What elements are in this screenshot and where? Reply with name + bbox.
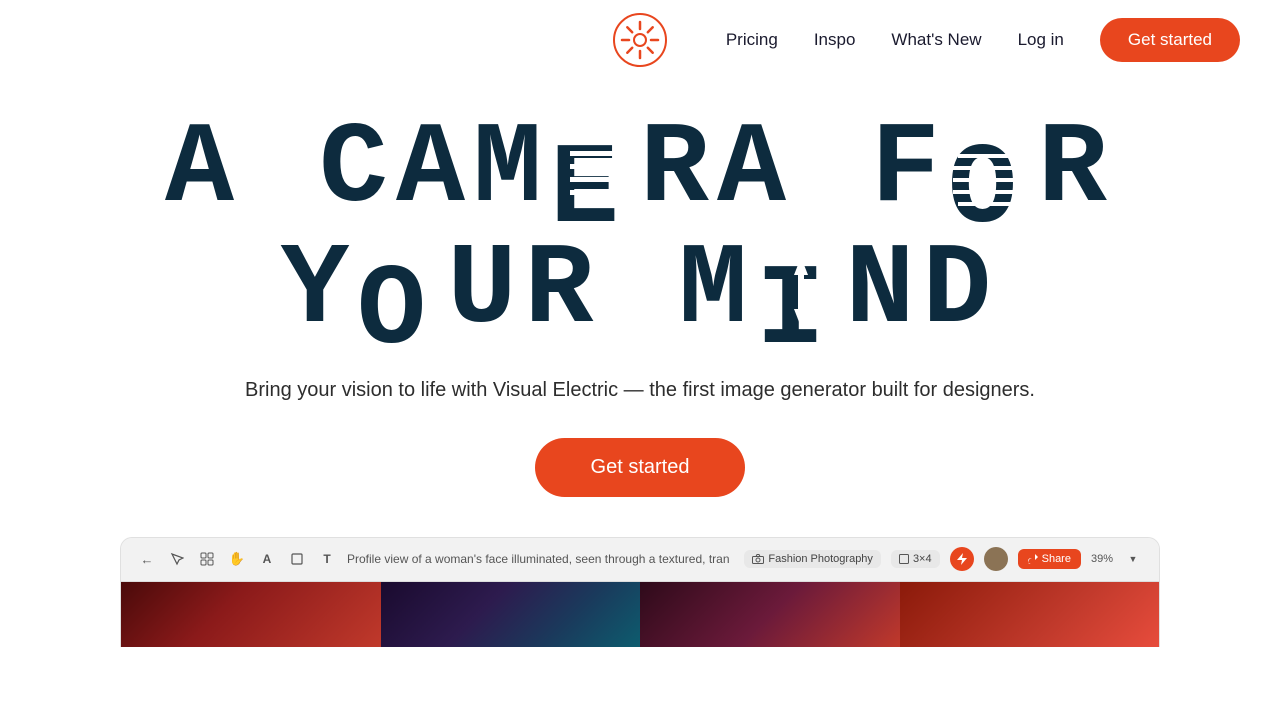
nav-login[interactable]: Log in [1018, 30, 1064, 50]
image-panel-1 [121, 582, 381, 647]
svg-text:I: I [756, 246, 833, 352]
hero-section: A CAM E RA F O R Y O [0, 80, 1280, 497]
camera-icon-badge[interactable]: Fashion Photography [744, 550, 881, 568]
hand-tool-icon[interactable]: ✋ [227, 549, 247, 569]
select-tool-icon[interactable] [167, 549, 187, 569]
logo[interactable] [612, 12, 668, 68]
zoom-level[interactable]: 39% [1091, 553, 1113, 565]
style-badge-label: Fashion Photography [768, 553, 873, 565]
app-preview-container: ← ✋ A T [0, 537, 1280, 647]
nav-whats-new[interactable]: What's New [891, 30, 981, 50]
prompt-field[interactable]: Profile view of a woman's face illuminat… [347, 552, 734, 566]
type-tool-icon[interactable]: T [317, 549, 337, 569]
image-panel-3 [640, 582, 900, 647]
grid-tool-icon[interactable] [197, 549, 217, 569]
image-panel-4 [900, 582, 1160, 647]
hero-cta: Get started [40, 438, 1240, 497]
nav-pricing[interactable]: Pricing [726, 30, 778, 50]
image-panel-2 [381, 582, 641, 647]
zoom-chevron-icon[interactable]: ▼ [1123, 549, 1143, 569]
nav-get-started-button[interactable]: Get started [1100, 18, 1240, 62]
logo-icon [612, 12, 668, 68]
app-image-panels [121, 582, 1159, 647]
app-preview: ← ✋ A T [120, 537, 1160, 647]
shape-tool-icon[interactable] [287, 549, 307, 569]
svg-text:O: O [357, 246, 434, 352]
app-toolbar: ← ✋ A T [121, 538, 1159, 582]
text-size-icon[interactable]: A [257, 549, 277, 569]
hero-headline: A CAM E RA F O R Y O [40, 110, 1240, 352]
styled-o-for: O [948, 116, 1038, 231]
back-arrow-icon[interactable]: ← [137, 549, 157, 569]
share-button[interactable]: Share [1018, 549, 1081, 569]
grid-ratio-badge[interactable]: 3×4 [891, 550, 940, 568]
nav-inspo[interactable]: Inspo [814, 30, 856, 50]
hero-get-started-button[interactable]: Get started [535, 438, 746, 497]
hero-headline-line1: A CAM E RA F O R [40, 110, 1240, 231]
grid-badge-label: 3×4 [913, 553, 932, 565]
styled-e-camera: E [550, 116, 640, 231]
user-avatar[interactable] [984, 547, 1008, 571]
styled-i-mind: I [756, 237, 846, 352]
styled-o-your: O [357, 237, 447, 352]
nav-links: Pricing Inspo What's New Log in Get star… [726, 18, 1240, 62]
hero-headline-line2: Y O UR M I ND [40, 231, 1240, 352]
generate-button[interactable] [950, 547, 974, 571]
hero-subtext: Bring your vision to life with Visual El… [40, 374, 1240, 406]
navigation: Pricing Inspo What's New Log in Get star… [0, 0, 1280, 80]
